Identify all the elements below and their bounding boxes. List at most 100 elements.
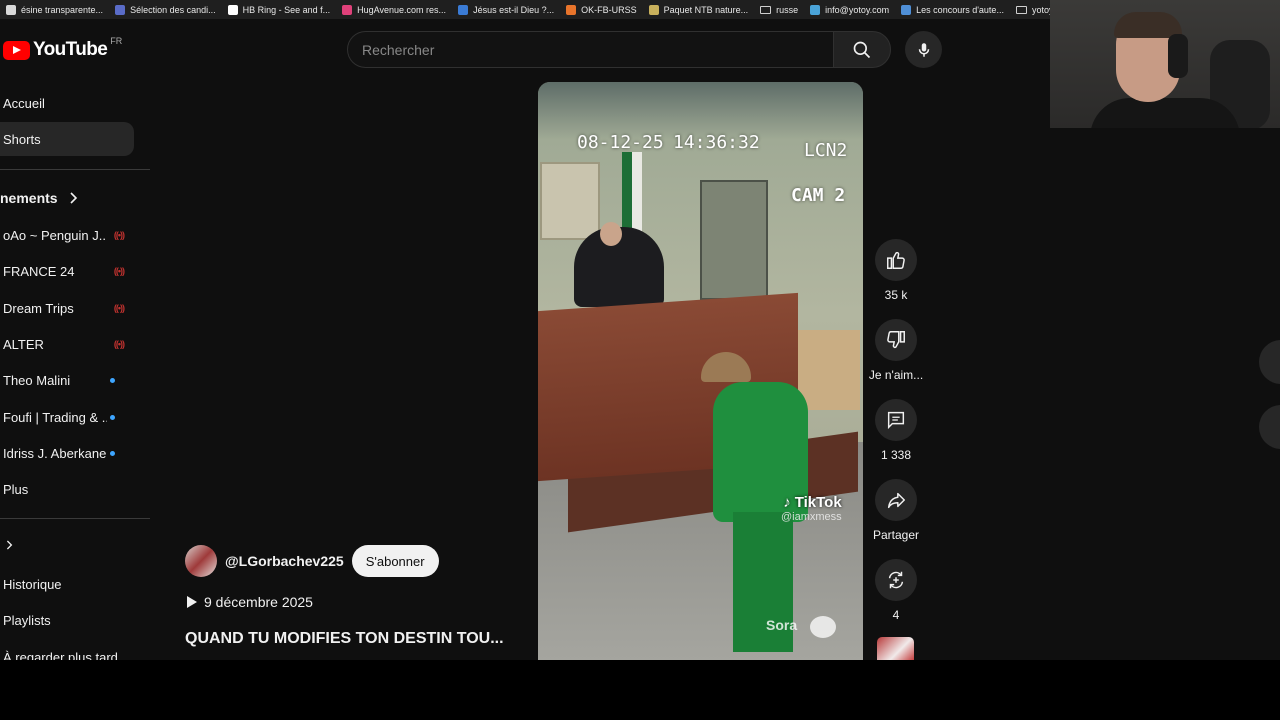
sidebar-item-history[interactable]: Historique [0,570,134,598]
overlay-date: 08-12-25 [577,132,664,153]
subscription-item[interactable]: Theo Malini [0,366,134,394]
sidebar-item-label: Accueil [3,95,45,111]
tiktok-watermark: ♪ TikTok @iamxmess [781,494,842,523]
new-content-dot-icon [110,377,115,383]
channel-handle[interactable]: @LGorbachev225 [225,553,344,569]
microphone-icon [918,42,929,57]
voice-search-button[interactable] [905,31,942,68]
new-content-dot-icon [110,450,115,456]
subscription-name: Foufi | Trading & ... [3,409,107,425]
share-action: Partager [866,479,926,542]
sidebar-item-watch-later[interactable]: À regarder plus tard [0,643,134,661]
share-icon [887,492,905,509]
bookmark-label: russe [776,4,799,15]
bookmark-item[interactable]: Paquet NTB nature... [643,0,755,19]
chevron-right-icon [70,192,77,204]
new-content-dot-icon [110,414,115,420]
subscription-item[interactable]: ALTER ((•)) [0,330,134,358]
favicon-icon [6,4,16,15]
tiktok-brand: ♪ TikTok [783,494,841,511]
video-date: 9 décembre 2025 [204,594,313,610]
sound-thumbnail[interactable] [877,637,914,660]
subscription-item[interactable]: FRANCE 24 ((•)) [0,257,134,285]
subscription-item[interactable]: Plus [0,475,134,503]
sora-icon [810,616,836,638]
sidebar-item-label: Historique [3,576,62,592]
favicon-icon [342,4,353,15]
favicon-icon [115,4,126,15]
bookmark-item[interactable]: russe [754,0,804,19]
favicon-icon [458,4,469,15]
bookmark-item[interactable]: ésine transparente... [0,0,109,19]
chevron-right-icon [6,540,13,550]
subscriptions-header[interactable]: nements [0,190,78,206]
previous-short-button[interactable] [1259,340,1280,384]
thumbs-up-icon [887,251,905,269]
share-button[interactable] [875,479,917,521]
subscription-name: Plus [3,481,29,497]
bookmark-label: ésine transparente... [21,4,104,15]
search-button[interactable] [833,31,891,68]
short-video-player[interactable]: 08-12-25 14:36:32 LCN2 CAM 2 ♪ TikTok @i… [538,82,863,660]
tiktok-brand-text: TikTok [794,494,842,511]
sidebar-item-shorts[interactable]: Shorts [0,122,134,156]
subscription-item[interactable]: Idriss J. Aberkane [0,439,134,467]
subscriptions-title: nements [0,190,58,206]
bookmark-label: HugAvenue.com res... [357,4,447,15]
bookmark-label: Paquet NTB nature... [663,4,749,15]
avatar[interactable] [185,545,217,577]
video-date-row[interactable]: 9 décembre 2025 [187,594,313,610]
webcam-overlay [1050,0,1280,128]
headset [1168,34,1188,78]
subscription-name: Idriss J. Aberkane [3,445,107,461]
bookmark-label: Les concours d'aute... [916,4,1004,15]
judge-head [600,222,622,246]
bookmark-item[interactable]: HB Ring - See and f... [222,0,337,19]
bookmark-item[interactable]: Jésus est-il Dieu ?... [452,0,560,19]
bookmark-item[interactable]: HugAvenue.com res... [336,0,452,19]
bookmark-item[interactable]: OK-FB-URSS [560,0,643,19]
tiktok-handle: @iamxmess [781,511,842,523]
streamer-body [1090,98,1240,128]
live-icon: ((•)) [113,266,125,276]
remix-action: 4 [866,559,926,622]
like-button[interactable] [875,239,917,281]
sidebar-item-playlists[interactable]: Playlists [0,606,134,634]
subscription-item[interactable]: Dream Trips ((•)) [0,294,134,322]
remix-button[interactable] [875,559,917,601]
bookmark-label: Jésus est-il Dieu ?... [473,4,555,15]
door [700,180,768,300]
favicon-icon [227,4,238,15]
dislike-label: Je n'aim... [868,368,924,382]
you-section-header[interactable] [5,539,13,551]
court-emblem [540,162,600,240]
sidebar-divider [0,169,150,170]
favicon-icon [810,4,821,15]
bookmark-item[interactable]: Sélection des candi... [109,0,222,19]
sidebar-item-label: À regarder plus tard [3,649,118,661]
favicon-icon [566,4,577,15]
subscription-item[interactable]: oAo ~ Penguin J... ((•)) [0,221,134,249]
live-icon: ((•)) [113,303,125,313]
next-short-button[interactable] [1259,405,1280,449]
bookmark-item[interactable]: info@yotoy.com [804,0,895,19]
dislike-action: Je n'aim... [866,319,926,382]
overlay-camera: CAM 2 [791,185,846,206]
tiktok-note-icon: ♪ [783,494,791,511]
subscription-item[interactable]: Foufi | Trading & ... [0,403,134,431]
like-action: 35 k [866,239,926,302]
comment-count: 1 338 [880,448,912,462]
overlay-channel: LCN2 [804,140,848,161]
bookmark-item[interactable]: Les concours d'aute... [895,0,1010,19]
subscribe-button[interactable]: S'abonner [351,545,439,577]
remix-count: 4 [892,608,900,622]
video-title[interactable]: QUAND TU MODIFIES TON DESTIN TOU... [185,630,504,648]
search-input[interactable] [348,32,834,67]
bookmark-label: HB Ring - See and f... [242,4,331,15]
sidebar-item-home[interactable]: Accueil [0,86,134,120]
overlay-time: 14:36:32 [673,132,760,153]
bookmark-label: Sélection des candi... [130,4,216,15]
comments-button[interactable] [875,399,917,441]
dislike-button[interactable] [875,319,917,361]
bookmark-label: OK-FB-URSS [581,4,637,15]
